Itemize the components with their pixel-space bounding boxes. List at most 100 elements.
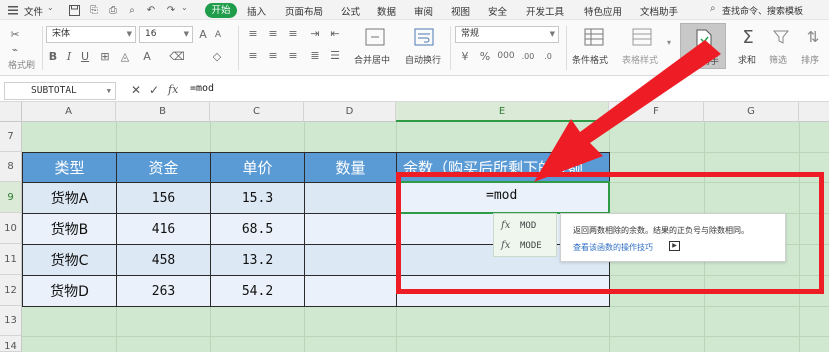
tab-insert[interactable]: 插入 [247,4,266,18]
column-header-g[interactable]: G [704,102,799,122]
table-cell[interactable]: 货物A [22,182,117,214]
border-icon[interactable]: ⊞ [98,49,112,63]
table-header-unit-price[interactable]: 单价 [210,152,305,183]
sum-button[interactable]: 求和 [738,53,756,66]
bold-icon[interactable]: B [47,49,59,63]
table-cell[interactable] [304,244,397,276]
row-header-12[interactable]: 12 [0,275,22,306]
undo-icon[interactable]: ↶ [145,4,157,16]
tab-security[interactable]: 安全 [488,4,507,18]
format-painter-icon[interactable]: ⌁ [8,44,22,56]
table-cell[interactable]: 货物C [22,244,117,276]
row-header-13[interactable]: 13 [0,306,22,336]
quick-access-more-icon[interactable]: ⌄ [181,3,188,12]
wrap-text-button[interactable]: 自动换行 [405,53,441,66]
tab-start[interactable]: 开始 [205,3,237,18]
decrease-decimal-icon[interactable]: .0 [540,49,556,63]
table-cell[interactable] [304,182,397,214]
outdent-icon[interactable]: ⇤ [328,27,342,40]
table-cell[interactable]: 54.2 [210,275,305,307]
font-color-icon[interactable]: A [140,49,154,63]
name-box[interactable]: SUBTOTAL ▼ [4,82,116,100]
row-header-8[interactable]: 8 [0,152,22,182]
column-header-e[interactable]: E [396,102,609,122]
doc-assistant-button[interactable]: 文档助手 [680,23,726,69]
filter-button[interactable]: 筛选 [769,53,787,66]
table-cell[interactable]: 416 [116,213,211,245]
command-search[interactable]: 查找命令、搜索模板 [722,4,803,17]
tab-formulas[interactable]: 公式 [341,4,360,18]
conditional-format-button[interactable]: 条件格式 [572,53,608,66]
print-icon[interactable]: ⎙ [107,4,119,16]
align-middle-icon[interactable]: ≡ [266,27,280,40]
currency-icon[interactable]: ¥ [458,49,472,63]
tab-page-layout[interactable]: 页面布局 [285,4,323,18]
sort-button[interactable]: 排序 [801,53,819,66]
menu-icon[interactable] [7,4,19,16]
underline-icon[interactable]: U [79,49,91,63]
redo-icon[interactable]: ↷ [165,4,177,16]
preview-icon[interactable]: ⌕ [126,4,138,16]
row-header-7[interactable]: 7 [0,122,22,152]
table-cell[interactable] [304,213,397,245]
table-header-type[interactable]: 类型 [22,152,117,183]
number-format-combo[interactable]: 常规 ▼ [455,26,559,43]
column-header-c[interactable]: C [210,102,304,122]
table-cell[interactable]: 68.5 [210,213,305,245]
table-style-button[interactable]: 表格样式 [622,53,658,66]
thousands-icon[interactable]: 000 [497,49,514,63]
percent-icon[interactable]: % [478,49,492,63]
confirm-icon[interactable]: ✓ [149,83,159,97]
font-name-combo[interactable]: 宋体 ▼ [46,26,136,43]
cut-icon[interactable]: ✂ [8,26,22,42]
print-preview-icon[interactable]: ⎘ [88,4,100,16]
table-style-icon[interactable] [631,26,653,48]
search-icon[interactable]: ⌕ [710,3,716,14]
conditional-format-icon[interactable] [583,26,605,48]
table-cell[interactable]: 156 [116,182,211,214]
tab-review[interactable]: 审阅 [414,4,433,18]
save-icon[interactable] [68,4,80,16]
row-header-10[interactable]: 10 [0,213,22,244]
file-menu[interactable]: 文件 [24,4,43,18]
decrease-font-icon[interactable]: A [212,29,224,41]
table-header-funds[interactable]: 资金 [116,152,211,183]
align-top-icon[interactable]: ≡ [246,27,260,40]
align-center-icon[interactable]: ≡ [266,49,280,62]
align-left-icon[interactable]: ≡ [246,49,260,62]
select-all-corner[interactable] [0,102,22,122]
tab-special-apps[interactable]: 特色应用 [584,4,622,18]
table-cell[interactable]: 货物D [22,275,117,307]
justify-icon[interactable]: ≣ [308,49,322,62]
tab-view[interactable]: 视图 [451,4,470,18]
merge-center-icon[interactable] [364,26,386,48]
tab-data[interactable]: 数据 [377,4,396,18]
eraser-icon[interactable]: ◇ [210,49,224,63]
increase-font-icon[interactable]: A [196,27,210,41]
column-header-f[interactable]: F [609,102,704,122]
column-header-a[interactable]: A [22,102,116,122]
filter-icon[interactable] [770,26,792,48]
format-painter-button[interactable]: 格式刷 [8,58,35,71]
indent-icon[interactable]: ⇥ [308,27,322,40]
table-cell[interactable]: 263 [116,275,211,307]
clear-icon[interactable]: ⌫ [169,49,185,63]
table-header-quantity[interactable]: 数量 [304,152,397,183]
table-cell[interactable] [304,275,397,307]
formula-input[interactable]: =mod [190,83,214,94]
sum-icon[interactable]: Σ [737,26,759,48]
align-bottom-icon[interactable]: ≡ [286,27,300,40]
align-right-icon[interactable]: ≡ [286,49,300,62]
font-size-combo[interactable]: 16 ▼ [139,26,193,43]
wrap-text-icon[interactable] [413,26,435,48]
table-cell[interactable]: 货物B [22,213,117,245]
tab-developer[interactable]: 开发工具 [526,4,564,18]
increase-decimal-icon[interactable]: .00 [520,49,536,63]
italic-icon[interactable]: I [63,49,75,63]
merge-center-button[interactable]: 合并居中 [354,53,390,66]
insert-function-icon[interactable]: fx [168,83,178,96]
row-header-14[interactable]: 14 [0,336,22,352]
cancel-icon[interactable]: ✕ [131,83,141,97]
chevron-down-icon[interactable]: ⌄ [47,3,54,12]
table-cell[interactable]: 458 [116,244,211,276]
